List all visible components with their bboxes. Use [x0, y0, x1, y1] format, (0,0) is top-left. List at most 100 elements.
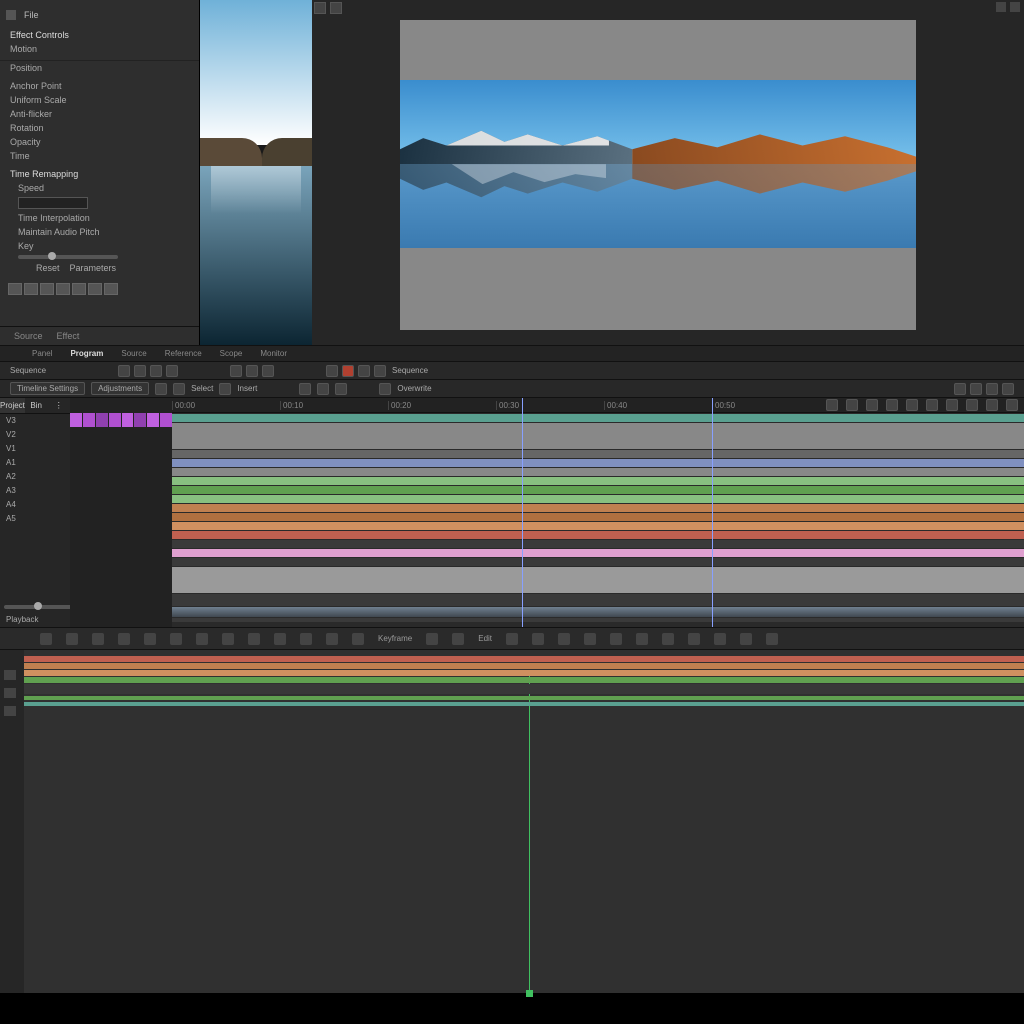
trk-a5[interactable]: A5: [0, 512, 70, 526]
tb-zoom-icon[interactable]: [118, 365, 130, 377]
ltab-bin[interactable]: Bin: [25, 398, 48, 413]
btn-7[interactable]: [104, 283, 118, 295]
prop-anchor[interactable]: Anchor Point: [0, 79, 199, 93]
wtab-monitor[interactable]: Monitor: [254, 349, 293, 358]
wtab-source[interactable]: Source: [115, 349, 152, 358]
strip-icon[interactable]: [506, 633, 518, 645]
tb-out-icon[interactable]: [246, 365, 258, 377]
trk-v2[interactable]: V2: [0, 428, 70, 442]
tl2-clip[interactable]: [24, 670, 1024, 676]
ruler-icon-c[interactable]: [866, 399, 878, 411]
btn-1[interactable]: [8, 283, 22, 295]
ltab-opts-icon[interactable]: ⋮: [47, 398, 70, 413]
strip-play-icon[interactable]: [326, 633, 338, 645]
preview-close-icon[interactable]: [996, 2, 1006, 12]
clip-thumb[interactable]: [122, 413, 134, 427]
ruler-icon-j[interactable]: [1006, 399, 1018, 411]
track-clip[interactable]: [172, 468, 1024, 476]
tb2-c[interactable]: [219, 383, 231, 395]
strip-icon[interactable]: [66, 633, 78, 645]
strip-icon[interactable]: [610, 633, 622, 645]
clip-thumb[interactable]: [134, 413, 146, 427]
ruler-icon-g[interactable]: [946, 399, 958, 411]
strip-icon[interactable]: [426, 633, 438, 645]
prop-motion[interactable]: Motion: [0, 42, 199, 56]
strip-icon[interactable]: [352, 633, 364, 645]
prop-opacity[interactable]: Opacity: [0, 135, 199, 149]
btn-6[interactable]: [88, 283, 102, 295]
clip-thumb[interactable]: [109, 413, 121, 427]
preview-btn-1[interactable]: [314, 2, 326, 14]
sub-pitch[interactable]: Maintain Audio Pitch: [0, 225, 199, 239]
tb-play-icon[interactable]: [342, 365, 354, 377]
prop-uniform-scale[interactable]: Uniform Scale: [0, 93, 199, 107]
tl2-clip[interactable]: [24, 663, 1024, 669]
btn-3[interactable]: [40, 283, 54, 295]
tb-stepfwd-icon[interactable]: [358, 365, 370, 377]
clip-thumb[interactable]: [96, 413, 108, 427]
clip-thumb[interactable]: [160, 413, 172, 427]
track-clip[interactable]: [172, 522, 1024, 530]
tb-snap-icon[interactable]: [134, 365, 146, 377]
clip-thumb[interactable]: [147, 413, 159, 427]
strip-icon[interactable]: [300, 633, 312, 645]
playhead-b[interactable]: [712, 398, 713, 627]
reset-label-a[interactable]: Reset: [36, 263, 60, 273]
trk-v3[interactable]: V3: [0, 414, 70, 428]
tb-link-icon[interactable]: [150, 365, 162, 377]
tb2-a[interactable]: [155, 383, 167, 395]
strip-icon[interactable]: [196, 633, 208, 645]
gutter-icon[interactable]: [4, 688, 16, 698]
btn-5[interactable]: [72, 283, 86, 295]
tl2-clip[interactable]: [24, 677, 1024, 683]
ruler-icon-f[interactable]: [926, 399, 938, 411]
wtab-reference[interactable]: Reference: [159, 349, 208, 358]
gutter-icon[interactable]: [4, 670, 16, 680]
gutter-icon[interactable]: [4, 706, 16, 716]
track-clip[interactable]: [172, 531, 1024, 539]
key-slider[interactable]: [18, 255, 118, 259]
timeline-tracks[interactable]: 00:00 00:10 00:20 00:30 00:40 00:50: [172, 398, 1024, 627]
strip-icon[interactable]: [274, 633, 286, 645]
tab-effect[interactable]: Effect: [53, 329, 84, 343]
track-clip[interactable]: [172, 567, 1024, 593]
tb-in-icon[interactable]: [230, 365, 242, 377]
trk-a1[interactable]: A1: [0, 456, 70, 470]
track-clip[interactable]: [172, 477, 1024, 485]
time-ruler[interactable]: 00:00 00:10 00:20 00:30 00:40 00:50: [172, 398, 1024, 413]
tb-prev-icon[interactable]: [262, 365, 274, 377]
strip-icon[interactable]: [662, 633, 674, 645]
strip-icon[interactable]: [452, 633, 464, 645]
strip-icon[interactable]: [144, 633, 156, 645]
preview-settings-icon[interactable]: [1010, 2, 1020, 12]
strip-keyframe-label[interactable]: Keyframe: [378, 634, 412, 643]
strip-icon[interactable]: [248, 633, 260, 645]
tb2-j[interactable]: [986, 383, 998, 395]
strip-icon[interactable]: [766, 633, 778, 645]
section-time-remap[interactable]: Time Remapping: [0, 167, 199, 181]
strip-icon[interactable]: [584, 633, 596, 645]
btn-4[interactable]: [56, 283, 70, 295]
track-gradient[interactable]: [172, 607, 1024, 617]
strip-icon[interactable]: [222, 633, 234, 645]
playhead-a[interactable]: [522, 398, 523, 627]
strip-icon[interactable]: [688, 633, 700, 645]
strip-icon[interactable]: [170, 633, 182, 645]
track-clip[interactable]: [172, 414, 1024, 422]
sub-interp[interactable]: Time Interpolation: [0, 211, 199, 225]
track-clip[interactable]: [172, 540, 1024, 548]
tb-stepback-icon[interactable]: [326, 365, 338, 377]
clip-thumb[interactable]: [70, 413, 82, 427]
trk-a3[interactable]: A3: [0, 484, 70, 498]
ruler-icon-e[interactable]: [906, 399, 918, 411]
tb2-f[interactable]: [335, 383, 347, 395]
playhead-secondary[interactable]: [529, 674, 530, 993]
trk-v1[interactable]: V1: [0, 442, 70, 456]
tl2-clip[interactable]: [24, 702, 1024, 706]
prop-rotation[interactable]: Rotation: [0, 121, 199, 135]
speed-input[interactable]: [18, 197, 88, 209]
strip-icon[interactable]: [714, 633, 726, 645]
tb2-d[interactable]: [299, 383, 311, 395]
ruler-icon-i[interactable]: [986, 399, 998, 411]
tab-source[interactable]: Source: [10, 329, 47, 343]
